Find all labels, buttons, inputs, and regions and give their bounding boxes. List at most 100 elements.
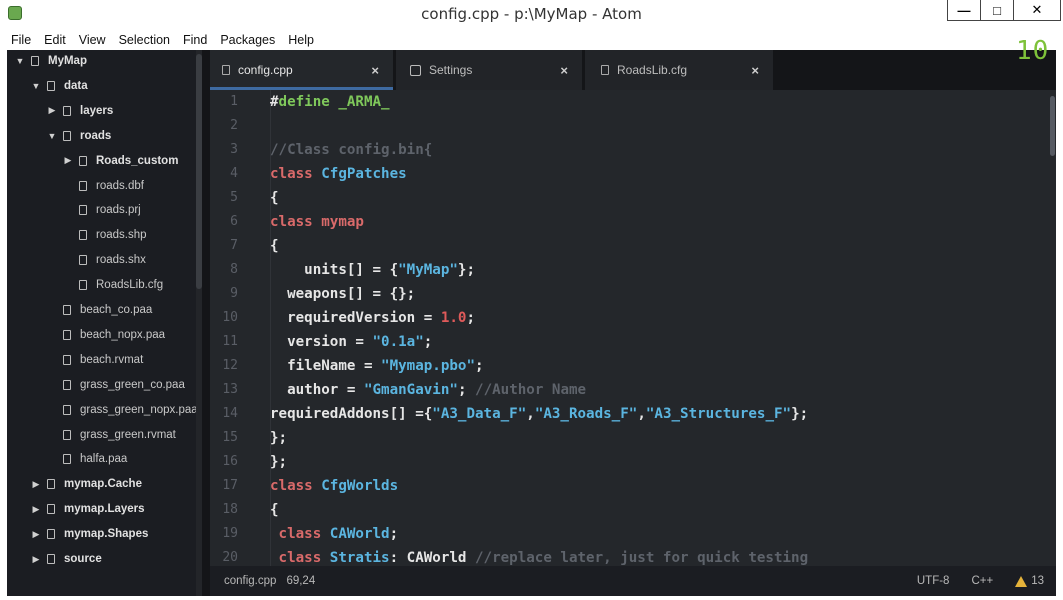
menu-packages[interactable]: Packages (219, 33, 276, 47)
tree-file[interactable]: roads.dbf (63, 175, 144, 197)
code-line[interactable]: version = "0.1a"; (270, 330, 432, 354)
code-line[interactable]: class CAWorld; (270, 522, 399, 546)
code-line[interactable]: class CfgWorlds (270, 474, 398, 498)
code-line[interactable]: { (270, 498, 279, 522)
close-button[interactable]: ✕ (1013, 0, 1061, 21)
code-line[interactable]: class CfgPatches (270, 162, 407, 186)
code-token: "GmanGavin" (363, 382, 458, 398)
tree-file[interactable]: grass_green.rvmat (47, 424, 176, 446)
code-token: { (270, 190, 279, 206)
code-line[interactable]: }; (270, 450, 287, 474)
line-number: 10 (222, 310, 238, 325)
chevron-right-icon[interactable]: ▶ (31, 554, 41, 565)
tree-file[interactable]: roads.shx (63, 249, 146, 271)
window-frame-right (1056, 30, 1063, 600)
code-token: }; (791, 406, 809, 422)
tab-settings[interactable]: Settings × (396, 50, 582, 90)
folder-icon (47, 80, 55, 91)
tree-folder[interactable]: ▶ source (31, 548, 102, 570)
tree-item-label: mymap.Cache (64, 478, 142, 491)
tab-close-icon[interactable]: × (751, 63, 759, 78)
tree-folder[interactable]: ▶ Roads_custom (63, 150, 179, 172)
file-icon (63, 354, 71, 365)
chevron-right-icon[interactable]: ▶ (31, 479, 41, 490)
code-line[interactable]: //Class config.bin{ (270, 138, 432, 162)
tree-file[interactable]: grass_green_co.paa (47, 374, 185, 396)
tree-file[interactable]: beach_co.paa (47, 299, 152, 321)
menu-help[interactable]: Help (287, 33, 315, 47)
tab-close-icon[interactable]: × (560, 63, 568, 78)
line-number: 19 (222, 526, 238, 541)
chevron-down-icon[interactable]: ▼ (31, 81, 41, 91)
status-cursor-position[interactable]: 69,24 (286, 575, 315, 587)
code-area[interactable]: #define _ARMA_ //Class config.bin{class C… (270, 90, 1046, 566)
tree-file[interactable]: beach.rvmat (47, 349, 143, 371)
tree-file[interactable]: RoadsLib.cfg (63, 274, 163, 296)
code-line[interactable]: { (270, 186, 279, 210)
status-file-name[interactable]: config.cpp (224, 575, 276, 587)
maximize-button[interactable]: □ (980, 0, 1014, 21)
tab-config-cpp[interactable]: config.cpp × (210, 50, 393, 90)
folder-icon (79, 155, 87, 166)
code-editor[interactable]: 1 2 3 4 5 6 7 8 9 10 11 12 13 14 15 16 17 18 19 20 #define … (210, 90, 1056, 566)
pane-resize-handle[interactable] (202, 50, 210, 596)
line-number: 18 (222, 502, 238, 517)
tree-item-label: mymap.Layers (64, 503, 145, 516)
code-line[interactable]: #define _ARMA_ (270, 90, 390, 114)
chevron-down-icon[interactable]: ▼ (47, 131, 57, 141)
tree-folder[interactable]: ▼ MyMap (15, 50, 87, 72)
file-icon (63, 379, 71, 390)
code-line[interactable]: class mymap (270, 210, 364, 234)
code-line[interactable]: { (270, 234, 279, 258)
code-token: weapons[] = {}; (270, 286, 416, 302)
code-line[interactable]: units[] = {"MyMap"}; (270, 258, 475, 282)
tree-folder[interactable]: ▼ roads (47, 125, 112, 147)
code-token: ; (457, 382, 476, 398)
chevron-right-icon[interactable]: ▶ (31, 504, 41, 515)
minimize-button[interactable]: — (947, 0, 981, 21)
menu-find[interactable]: Find (182, 33, 208, 47)
code-line[interactable]: }; (270, 426, 287, 450)
code-token: # (270, 94, 279, 110)
tree-item-label: roads.prj (96, 204, 141, 217)
tree-folder[interactable]: ▶ mymap.Layers (31, 498, 145, 520)
line-number: 1 (230, 94, 238, 109)
tree-file[interactable]: roads.shp (63, 224, 147, 246)
tree-folder[interactable]: ▶ layers (47, 100, 114, 122)
status-encoding[interactable]: UTF-8 (917, 575, 950, 587)
warning-icon (1015, 575, 1028, 587)
code-token: mymap (321, 214, 364, 230)
tab-close-icon[interactable]: × (371, 63, 379, 78)
tree-file[interactable]: grass_green_nopx.paa (47, 399, 198, 421)
code-line[interactable]: requiredVersion = 1.0; (270, 306, 475, 330)
status-grammar[interactable]: C++ (971, 575, 993, 587)
tree-file[interactable]: roads.prj (63, 199, 141, 221)
editor-scrollbar[interactable] (1048, 90, 1056, 566)
chevron-right-icon[interactable]: ▶ (47, 105, 57, 116)
window-frame-left (0, 30, 7, 600)
code-line[interactable]: class Stratis: CAWorld //replace later, … (270, 546, 809, 566)
menu-view[interactable]: View (78, 33, 107, 47)
code-line[interactable]: weapons[] = {}; (270, 282, 415, 306)
tree-folder[interactable]: ▶ mymap.Cache (31, 473, 142, 495)
menu-edit[interactable]: Edit (43, 33, 67, 47)
line-number: 15 (222, 430, 238, 445)
tree-folder[interactable]: ▼ data (31, 75, 88, 97)
tree-item-label: Roads_custom (96, 154, 179, 167)
editor-scrollbar-thumb[interactable] (1050, 96, 1055, 156)
code-line[interactable]: requiredAddons[] ={"A3_Data_F","A3_Roads… (270, 402, 808, 426)
code-token: author = (270, 382, 364, 398)
menu-file[interactable]: File (10, 33, 32, 47)
chevron-right-icon[interactable]: ▶ (31, 529, 41, 540)
tree-file[interactable]: halfa.paa (47, 448, 127, 470)
code-token: ; (475, 358, 484, 374)
tree-file[interactable]: beach_nopx.paa (47, 324, 165, 346)
chevron-right-icon[interactable]: ▶ (63, 155, 73, 166)
menu-selection[interactable]: Selection (118, 33, 171, 47)
tree-folder[interactable]: ▶ mymap.Shapes (31, 523, 149, 545)
status-warnings[interactable]: 13 (1015, 575, 1044, 587)
code-line[interactable]: author = "GmanGavin"; //Author Name (270, 378, 586, 402)
code-line[interactable]: fileName = "Mymap.pbo"; (270, 354, 484, 378)
tab-roadslib-cfg[interactable]: RoadsLib.cfg × (585, 50, 773, 90)
chevron-down-icon[interactable]: ▼ (15, 56, 25, 66)
